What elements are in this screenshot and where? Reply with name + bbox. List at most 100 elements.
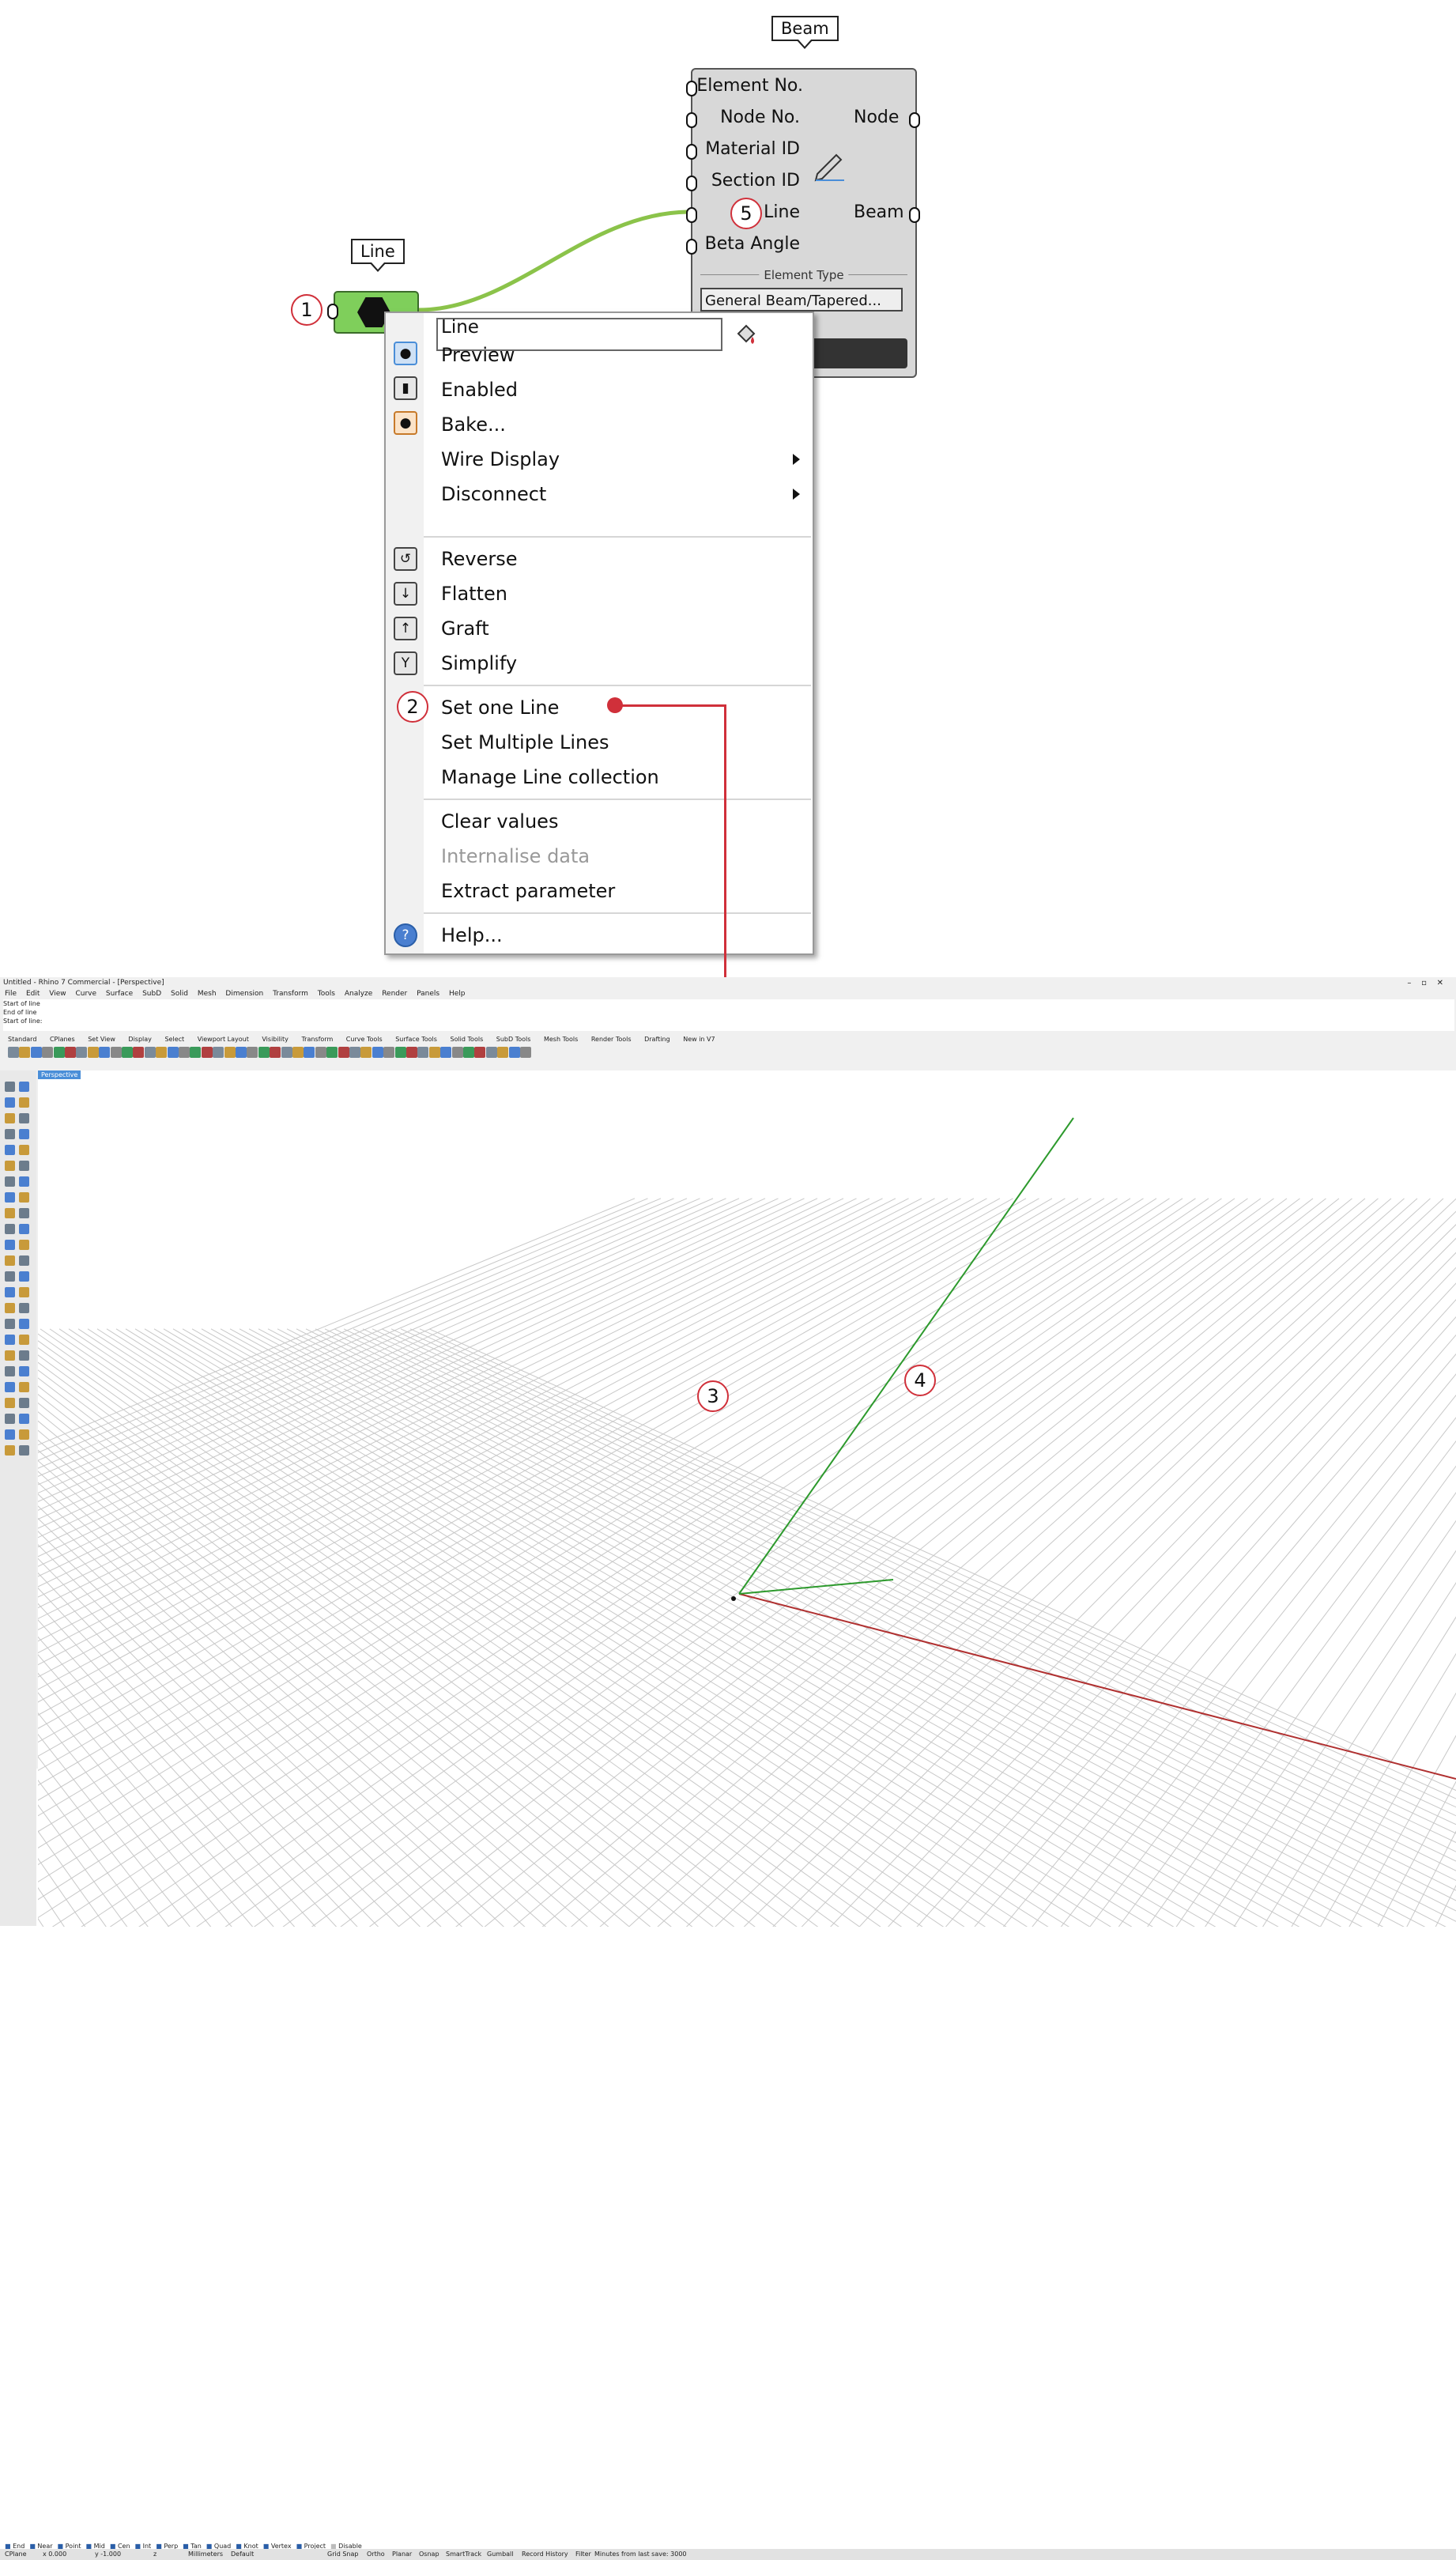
toolbar-tool-icon[interactable]	[156, 1047, 168, 1058]
toolbar-tool-icon[interactable]	[474, 1047, 486, 1058]
left-tool-icon[interactable]	[5, 1224, 15, 1234]
menu-view[interactable]: View	[49, 990, 66, 998]
left-tool-icon[interactable]	[5, 1429, 15, 1440]
left-tool-icon[interactable]	[5, 1240, 15, 1250]
left-tool-icon[interactable]	[19, 1366, 29, 1376]
window-controls[interactable]: – ▫ ✕	[1407, 979, 1443, 987]
toolbar-tool-icon[interactable]	[236, 1047, 247, 1058]
menu-set-multiple-lines[interactable]: Set Multiple Lines	[441, 731, 609, 754]
port-node-no[interactable]	[686, 112, 697, 128]
toolbar-tool-icon[interactable]	[315, 1047, 326, 1058]
menu-reverse[interactable]: Reverse	[441, 547, 517, 571]
tab-select[interactable]: Select	[164, 1036, 184, 1043]
menu-analyze[interactable]: Analyze	[345, 990, 372, 998]
left-tool-icon[interactable]	[19, 1445, 29, 1456]
toolbar-tool-icon[interactable]	[451, 1047, 463, 1058]
toolbar-tool-icon[interactable]	[508, 1047, 520, 1058]
toggle-osnap[interactable]: Osnap	[419, 2551, 439, 2558]
menu-enabled[interactable]: Enabled	[441, 378, 518, 402]
toolbar-tool-icon[interactable]	[520, 1047, 531, 1058]
toolbar-tool-icon[interactable]	[65, 1047, 76, 1058]
menu-clear-values[interactable]: Clear values	[441, 810, 558, 833]
tab-drafting[interactable]: Drafting	[644, 1036, 670, 1043]
tab-visibility[interactable]: Visibility	[262, 1036, 289, 1043]
toolbar-tool-icon[interactable]	[133, 1047, 145, 1058]
toolbar-tool-icon[interactable]	[110, 1047, 122, 1058]
paint-bucket-icon[interactable]	[734, 323, 759, 346]
left-tool-icon[interactable]	[19, 1287, 29, 1297]
output-beam[interactable]: Beam	[854, 202, 904, 222]
left-tool-icon[interactable]	[19, 1224, 29, 1234]
port-line[interactable]	[686, 207, 697, 223]
menu-wire-display[interactable]: Wire Display	[441, 447, 560, 471]
toolbar-tool-icon[interactable]	[190, 1047, 202, 1058]
menu-solid[interactable]: Solid	[171, 990, 188, 998]
tab-set-view[interactable]: Set View	[88, 1036, 115, 1043]
toolbar-tool-icon[interactable]	[19, 1047, 31, 1058]
left-tool-icon[interactable]	[19, 1145, 29, 1155]
left-tool-icon[interactable]	[19, 1398, 29, 1408]
toolbar-tool-icon[interactable]	[179, 1047, 190, 1058]
menu-mesh[interactable]: Mesh	[198, 990, 217, 998]
left-tool-icon[interactable]	[5, 1319, 15, 1329]
element-type-dropdown[interactable]: General Beam/Tapered...	[700, 288, 903, 312]
command-prompt[interactable]: Start of line:	[3, 1017, 1454, 1025]
left-tool-icon[interactable]	[5, 1335, 15, 1345]
toolbar-tool-icon[interactable]	[485, 1047, 497, 1058]
toolbar-tool-icon[interactable]	[372, 1047, 383, 1058]
toolbar-tool-icon[interactable]	[304, 1047, 315, 1058]
left-tool-icon[interactable]	[5, 1271, 15, 1282]
toolbar-tool-icon[interactable]	[292, 1047, 304, 1058]
tab-surface-tools[interactable]: Surface Tools	[395, 1036, 437, 1043]
input-element-no[interactable]: Element No.	[692, 76, 803, 96]
toolbar-tool-icon[interactable]	[167, 1047, 179, 1058]
menu-preview[interactable]: Preview	[441, 343, 515, 367]
tab-new-in-v7[interactable]: New in V7	[683, 1036, 715, 1043]
left-tool-icon[interactable]	[5, 1192, 15, 1203]
toolbar-tool-icon[interactable]	[87, 1047, 99, 1058]
toolbar-tool-icon[interactable]	[247, 1047, 258, 1058]
tab-mesh-tools[interactable]: Mesh Tools	[544, 1036, 578, 1043]
left-tool-icon[interactable]	[5, 1398, 15, 1408]
left-tool-icon[interactable]	[19, 1382, 29, 1392]
left-tool-icon[interactable]	[5, 1097, 15, 1108]
tab-display[interactable]: Display	[128, 1036, 152, 1043]
menu-disconnect[interactable]: Disconnect	[441, 482, 546, 506]
left-tool-icon[interactable]	[5, 1303, 15, 1313]
left-tool-icon[interactable]	[5, 1445, 15, 1456]
left-tool-icon[interactable]	[19, 1082, 29, 1092]
left-tool-icon[interactable]	[5, 1255, 15, 1266]
left-tool-icon[interactable]	[19, 1414, 29, 1424]
toolbar-tool-icon[interactable]	[30, 1047, 42, 1058]
menu-help[interactable]: Help	[449, 990, 466, 998]
toolbar-tool-icon[interactable]	[463, 1047, 474, 1058]
menu-surface[interactable]: Surface	[106, 990, 133, 998]
port-section-id[interactable]	[686, 176, 697, 191]
menu-subd[interactable]: SubD	[142, 990, 161, 998]
toggle-smarttrack[interactable]: SmartTrack	[446, 2551, 481, 2558]
tab-solid-tools[interactable]: Solid Tools	[450, 1036, 483, 1043]
toolbar-tool-icon[interactable]	[360, 1047, 372, 1058]
port-beam-out[interactable]	[909, 207, 920, 223]
tab-subd-tools[interactable]: SubD Tools	[496, 1036, 531, 1043]
left-tool-icon[interactable]	[5, 1176, 15, 1187]
port-line-in[interactable]	[327, 304, 338, 319]
left-tool-icon[interactable]	[19, 1192, 29, 1203]
menu-tools[interactable]: Tools	[318, 990, 335, 998]
left-tool-icon[interactable]	[19, 1176, 29, 1187]
left-tool-icon[interactable]	[5, 1287, 15, 1297]
left-tool-icon[interactable]	[5, 1366, 15, 1376]
menu-set-one-line[interactable]: Set one Line	[441, 696, 559, 719]
toolbar-tool-icon[interactable]	[338, 1047, 349, 1058]
toolbar-tool-icon[interactable]	[326, 1047, 338, 1058]
toolbar-tool-icon[interactable]	[406, 1047, 417, 1058]
port-beta-angle[interactable]	[686, 239, 697, 255]
menu-edit[interactable]: Edit	[26, 990, 40, 998]
left-tool-icon[interactable]	[19, 1161, 29, 1171]
menu-panels[interactable]: Panels	[417, 990, 439, 998]
port-node-out[interactable]	[909, 112, 920, 128]
toggle-planar[interactable]: Planar	[392, 2551, 412, 2558]
toolbar-tool-icon[interactable]	[417, 1047, 429, 1058]
left-tool-icon[interactable]	[19, 1129, 29, 1139]
tab-curve-tools[interactable]: Curve Tools	[346, 1036, 383, 1043]
